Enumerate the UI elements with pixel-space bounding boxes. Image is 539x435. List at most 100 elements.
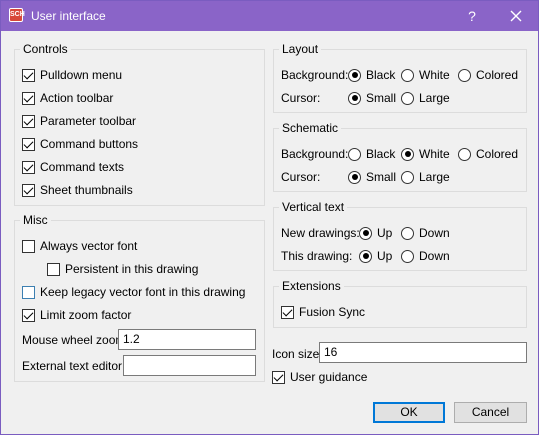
checkbox-label: Action toolbar — [40, 91, 114, 105]
schematic-cursor-large-radio[interactable]: Large — [401, 170, 450, 184]
checkbox-label: Fusion Sync — [299, 305, 366, 319]
checkbox-box[interactable] — [22, 114, 35, 128]
checkbox-box[interactable] — [22, 160, 35, 174]
layout-cursor-small-radio[interactable]: Small — [348, 91, 396, 105]
command-buttons-checkbox[interactable]: Command buttons — [22, 137, 138, 151]
checkbox-box[interactable] — [22, 68, 35, 82]
radio-circle[interactable] — [348, 68, 361, 82]
radio-label: Down — [419, 249, 450, 263]
radio-label: Large — [419, 91, 450, 105]
layout-bg-white-radio[interactable]: White — [401, 68, 450, 82]
vertical-text-legend: Vertical text — [279, 200, 348, 214]
keep-legacy-vector-font-checkbox[interactable]: Keep legacy vector font in this drawing — [22, 285, 245, 299]
radio-label: Colored — [476, 68, 519, 82]
controls-legend: Controls — [20, 42, 71, 56]
new-drawings-up-radio[interactable]: Up — [359, 226, 392, 240]
schematic-cursor-small-radio[interactable]: Small — [348, 170, 396, 184]
layout-bg-black-radio[interactable]: Black — [348, 68, 395, 82]
checkbox-label: Sheet thumbnails — [40, 183, 133, 197]
extensions-legend: Extensions — [279, 279, 344, 293]
schematic-cursor-label: Cursor: — [281, 170, 321, 184]
radio-circle[interactable] — [359, 226, 372, 240]
checkbox-label: Keep legacy vector font in this drawing — [40, 285, 246, 299]
schematic-legend: Schematic — [279, 121, 342, 135]
layout-cursor-label: Cursor: — [281, 91, 321, 105]
new-drawings-down-radio[interactable]: Down — [401, 226, 450, 240]
icon-size-input[interactable]: 16 — [319, 342, 527, 363]
checkbox-box[interactable] — [47, 262, 60, 276]
fusion-sync-checkbox[interactable]: Fusion Sync — [281, 305, 365, 319]
checkbox-box[interactable] — [272, 370, 285, 384]
radio-label: Up — [377, 249, 393, 263]
radio-circle[interactable] — [401, 249, 414, 263]
checkbox-label: Always vector font — [40, 239, 138, 253]
command-texts-checkbox[interactable]: Command texts — [22, 160, 124, 174]
checkbox-box[interactable] — [22, 308, 35, 322]
parameter-toolbar-checkbox[interactable]: Parameter toolbar — [22, 114, 136, 128]
radio-label: Black — [366, 68, 396, 82]
checkbox-label: Command texts — [40, 160, 125, 174]
checkbox-box[interactable] — [22, 183, 35, 197]
checkbox-label: Limit zoom factor — [40, 308, 132, 322]
checkbox-box[interactable] — [22, 137, 35, 151]
schematic-background-label: Background: — [281, 147, 349, 161]
radio-label: Up — [377, 226, 393, 240]
layout-bg-colored-radio[interactable]: Colored — [458, 68, 518, 82]
persistent-checkbox[interactable]: Persistent in this drawing — [47, 262, 198, 276]
radio-label: Colored — [476, 147, 519, 161]
sheet-thumbnails-checkbox[interactable]: Sheet thumbnails — [22, 183, 133, 197]
radio-circle[interactable] — [458, 147, 471, 161]
layout-cursor-large-radio[interactable]: Large — [401, 91, 450, 105]
radio-label: Black — [366, 147, 396, 161]
user-guidance-checkbox[interactable]: User guidance — [272, 370, 367, 384]
schematic-bg-colored-radio[interactable]: Colored — [458, 147, 518, 161]
radio-circle[interactable] — [458, 68, 471, 82]
limit-zoom-factor-checkbox[interactable]: Limit zoom factor — [22, 308, 131, 322]
checkbox-box[interactable] — [22, 285, 35, 299]
ok-button[interactable]: OK — [373, 402, 445, 423]
radio-circle[interactable] — [348, 147, 361, 161]
checkbox-label: User guidance — [290, 370, 368, 384]
radio-label: White — [419, 68, 450, 82]
schematic-bg-white-radio[interactable]: White — [401, 147, 450, 161]
external-text-editor-input[interactable] — [123, 355, 256, 376]
checkbox-label: Parameter toolbar — [40, 114, 137, 128]
cancel-button[interactable]: Cancel — [454, 402, 527, 423]
radio-circle[interactable] — [401, 170, 414, 184]
radio-circle[interactable] — [348, 91, 361, 105]
radio-circle[interactable] — [401, 147, 414, 161]
close-icon — [510, 10, 522, 22]
radio-label: Small — [366, 170, 397, 184]
checkbox-label: Command buttons — [40, 137, 139, 151]
mouse-wheel-zoom-label: Mouse wheel zoom — [22, 333, 126, 347]
this-drawing-down-radio[interactable]: Down — [401, 249, 450, 263]
radio-circle[interactable] — [401, 226, 414, 240]
radio-label: White — [419, 147, 450, 161]
checkbox-box[interactable] — [22, 91, 35, 105]
radio-label: Down — [419, 226, 450, 240]
help-button[interactable]: ? — [452, 1, 492, 31]
checkbox-box[interactable] — [281, 305, 294, 319]
user-interface-dialog: SCH User interface ? Controls Pulldown m… — [0, 0, 539, 435]
close-button[interactable] — [496, 1, 536, 31]
layout-background-label: Background: — [281, 68, 349, 82]
radio-circle[interactable] — [401, 68, 414, 82]
checkbox-box[interactable] — [22, 239, 35, 253]
title-bar[interactable]: SCH User interface ? — [1, 1, 538, 31]
radio-label: Large — [419, 170, 450, 184]
mouse-wheel-zoom-input[interactable]: 1.2 — [118, 329, 256, 350]
radio-circle[interactable] — [359, 249, 372, 263]
help-icon: ? — [468, 8, 476, 24]
always-vector-font-checkbox[interactable]: Always vector font — [22, 239, 137, 253]
action-toolbar-checkbox[interactable]: Action toolbar — [22, 91, 113, 105]
misc-legend: Misc — [20, 213, 51, 227]
pulldown-menu-checkbox[interactable]: Pulldown menu — [22, 68, 122, 82]
layout-legend: Layout — [279, 42, 322, 56]
radio-circle[interactable] — [401, 91, 414, 105]
radio-circle[interactable] — [348, 170, 361, 184]
this-drawing-label: This drawing: — [281, 249, 353, 263]
icon-size-label: Icon size — [272, 347, 320, 361]
this-drawing-up-radio[interactable]: Up — [359, 249, 392, 263]
external-text-editor-label: External text editor — [22, 359, 123, 373]
schematic-bg-black-radio[interactable]: Black — [348, 147, 395, 161]
